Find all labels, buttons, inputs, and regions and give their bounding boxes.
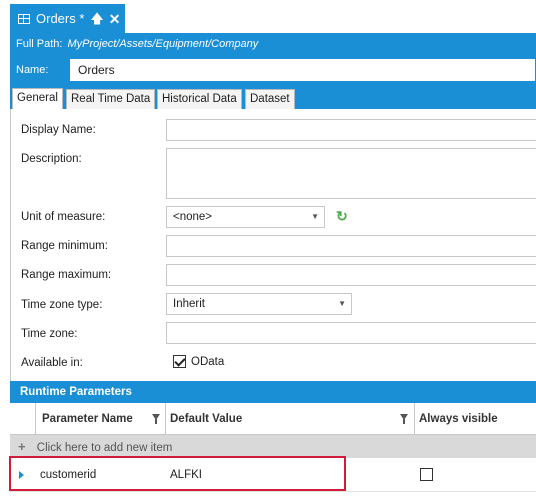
col-default-value-label: Default Value (170, 413, 243, 425)
always-visible-checkbox[interactable] (420, 468, 433, 481)
col-default-value[interactable]: Default Value (165, 403, 414, 435)
tz-label: Time zone: (21, 328, 78, 340)
row-indicator-icon (19, 471, 24, 479)
pin-icon[interactable]: 🡅 (90, 12, 103, 25)
description-input[interactable] (166, 148, 536, 199)
plus-icon: + (18, 439, 26, 454)
add-new-item-row[interactable]: + Click here to add new item (10, 435, 536, 458)
range-max-input[interactable] (166, 264, 536, 286)
chevron-down-icon: ▼ (338, 299, 346, 308)
grid-header: Parameter Name Default Value Always visi… (10, 403, 536, 435)
tab-dataset[interactable]: Dataset (245, 89, 295, 109)
tab-historical-data[interactable]: Historical Data (157, 89, 242, 109)
col-always-visible[interactable]: Always visible (414, 403, 536, 435)
odata-checkbox-wrap[interactable]: OData (173, 355, 224, 368)
range-min-label: Range minimum: (21, 240, 108, 252)
available-label: Available in: (21, 357, 83, 369)
table-row[interactable]: customerid ALFKI (10, 458, 536, 492)
tab-orders[interactable]: Orders * 🡅 ✕ (10, 4, 125, 33)
range-min-input[interactable] (166, 235, 536, 257)
chevron-down-icon: ▼ (311, 212, 319, 221)
tz-type-select[interactable]: Inherit ▼ (166, 293, 352, 315)
tz-input[interactable] (166, 322, 536, 344)
parameter-name-cell[interactable]: customerid (40, 458, 96, 492)
col-parameter-name[interactable]: Parameter Name (35, 403, 165, 435)
odata-checkbox[interactable] (173, 355, 186, 368)
filter-icon[interactable] (400, 414, 408, 424)
refresh-icon[interactable]: ↻ (336, 209, 349, 223)
display-name-input[interactable] (166, 119, 536, 141)
odata-label: OData (191, 355, 225, 368)
close-icon[interactable]: ✕ (109, 12, 121, 26)
add-new-item-label: Click here to add new item (36, 442, 173, 454)
property-tabs: General Real Time Data Historical Data D… (10, 84, 536, 109)
unit-select-value: <none> (173, 211, 213, 223)
full-path-value: MyProject/Assets/Equipment/Company (67, 38, 259, 50)
document-tabstrip: Orders * 🡅 ✕ (0, 0, 536, 33)
tab-general[interactable]: General (12, 88, 63, 109)
tab-title: Orders * (36, 11, 85, 26)
unit-select[interactable]: <none> ▼ (166, 206, 325, 228)
col-parameter-name-label: Parameter Name (42, 413, 133, 425)
display-name-label: Display Name: (21, 124, 96, 136)
range-max-label: Range maximum: (21, 269, 112, 281)
full-path-bar: Full Path: MyProject/Assets/Equipment/Co… (10, 33, 536, 55)
col-always-visible-label: Always visible (419, 413, 498, 425)
tz-type-label: Time zone type: (21, 299, 103, 311)
description-label: Description: (21, 153, 82, 165)
filter-icon[interactable] (152, 414, 160, 424)
name-input[interactable] (69, 58, 536, 82)
runtime-parameters-header: Runtime Parameters (10, 381, 536, 403)
name-bar: Name: (10, 55, 536, 84)
tz-type-select-value: Inherit (173, 298, 205, 310)
grid-indicator-col (10, 403, 35, 435)
general-form: Display Name: Description: Unit of measu… (10, 109, 536, 381)
table-icon (18, 13, 30, 24)
tab-real-time-data[interactable]: Real Time Data (66, 89, 156, 109)
unit-label: Unit of measure: (21, 211, 106, 223)
full-path-label: Full Path: (16, 38, 63, 50)
default-value-cell[interactable]: ALFKI (170, 458, 202, 492)
name-label: Name: (16, 63, 49, 76)
